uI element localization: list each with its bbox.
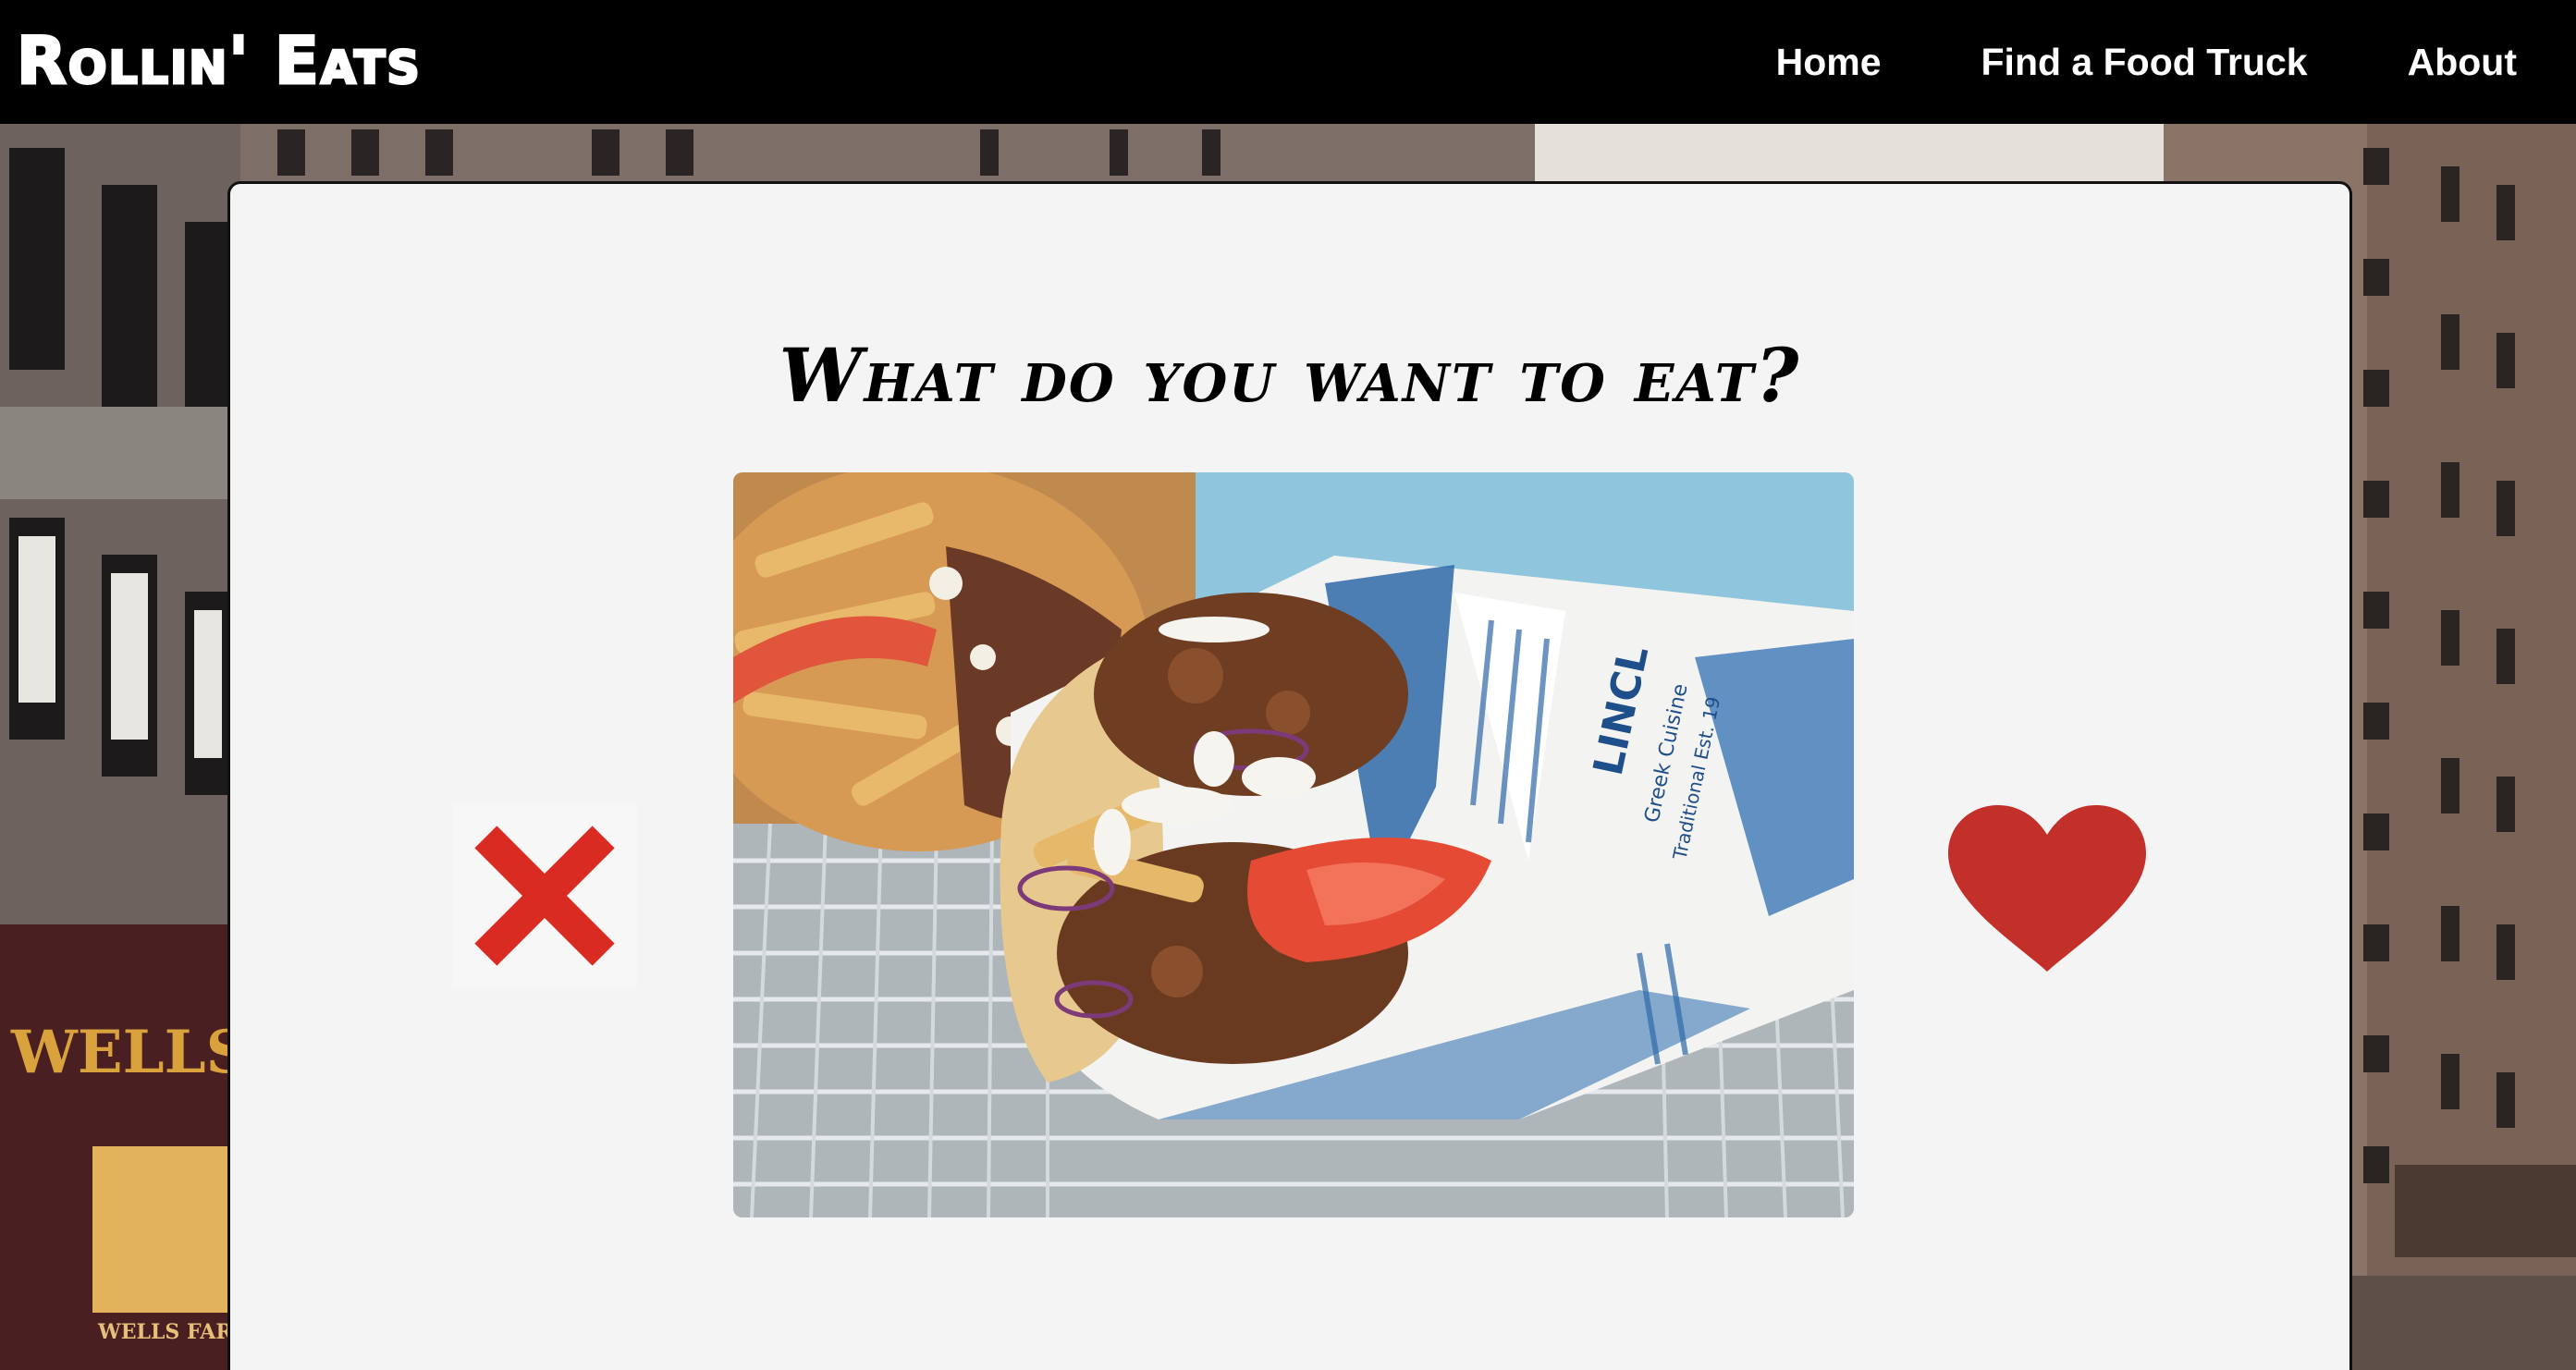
food-swipe-card: What do you want to eat? LINCL Greek Cui… bbox=[227, 181, 2352, 1370]
site-logo[interactable]: Rollin' Eats bbox=[16, 23, 422, 100]
food-image: LINCL Greek Cuisine Traditional Est. 19 bbox=[733, 472, 1854, 1217]
top-navbar: Rollin' Eats Home Find a Food Truck Abou… bbox=[0, 0, 2576, 124]
bank-sign-small-text: WELLS FAR bbox=[97, 1320, 233, 1344]
page-title: What do you want to eat? bbox=[779, 331, 1801, 419]
main-nav: Home Find a Food Truck About bbox=[1776, 0, 2517, 124]
close-icon bbox=[452, 803, 637, 988]
like-button[interactable] bbox=[1943, 800, 2152, 985]
heart-icon bbox=[1948, 805, 2146, 972]
reject-button[interactable] bbox=[452, 803, 637, 988]
nav-home-link[interactable]: Home bbox=[1776, 41, 1882, 84]
nav-find-food-truck-link[interactable]: Find a Food Truck bbox=[1981, 41, 2308, 84]
bank-sign-text: WELLS bbox=[10, 1018, 249, 1087]
nav-about-link[interactable]: About bbox=[2408, 41, 2517, 84]
